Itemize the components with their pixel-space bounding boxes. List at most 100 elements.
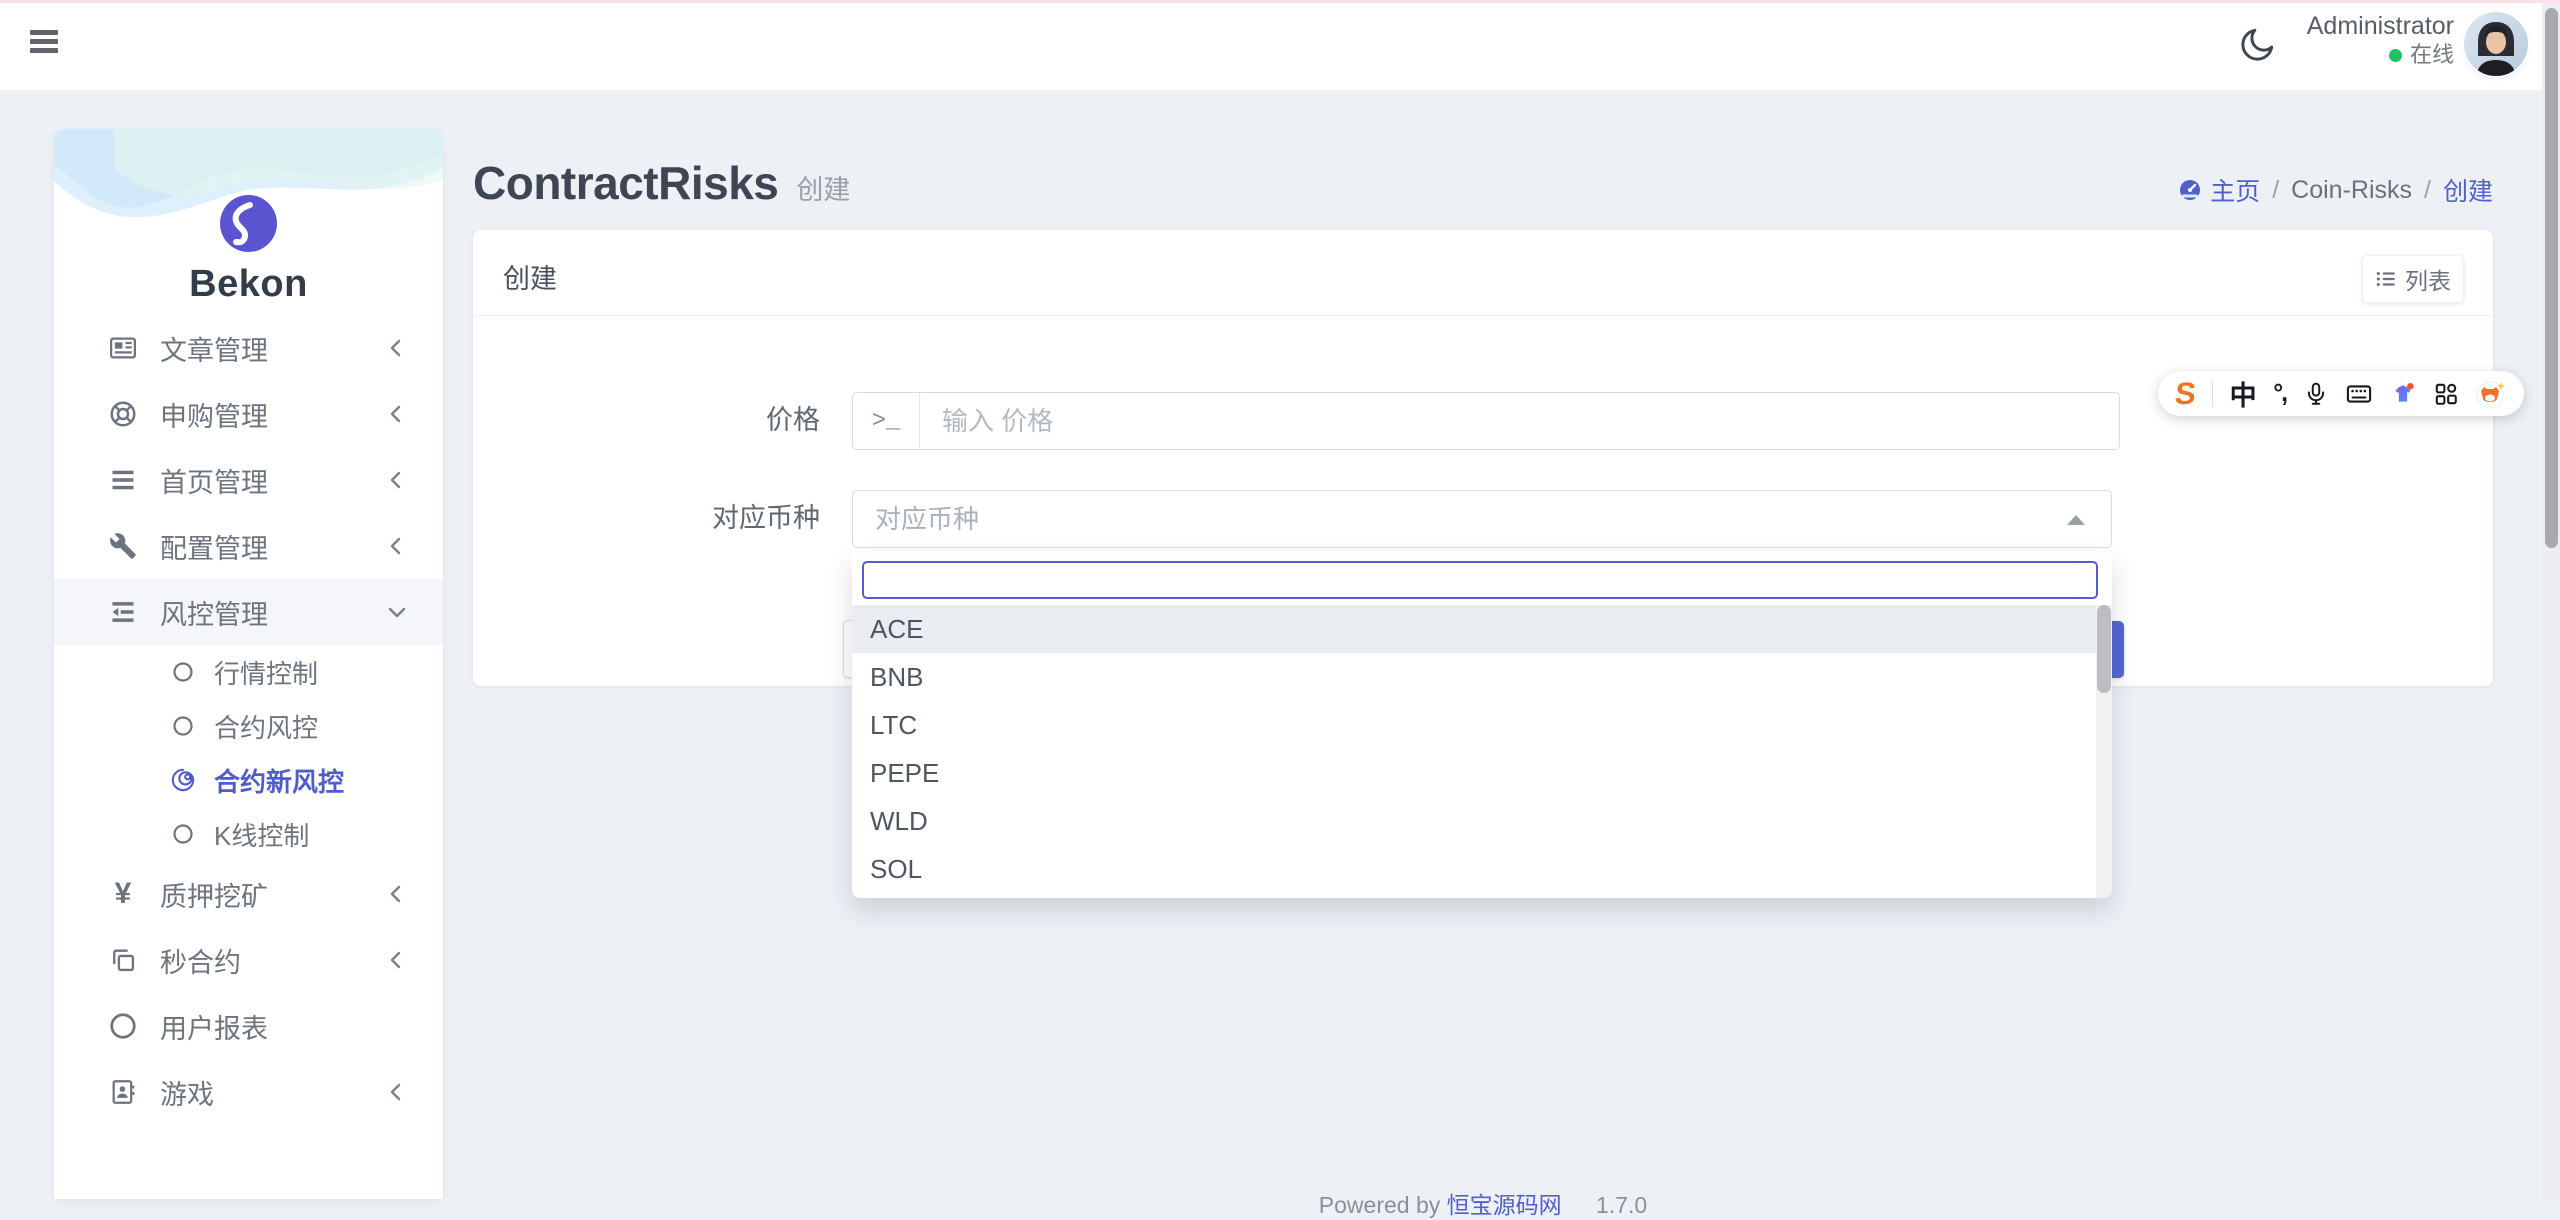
- list-button[interactable]: 列表: [2362, 255, 2464, 303]
- sidebar-item-games[interactable]: 游戏: [54, 1059, 443, 1125]
- coin-select[interactable]: 对应币种: [852, 490, 2112, 548]
- breadcrumb-current: 创建: [2443, 172, 2493, 208]
- caret-up-icon: [2067, 515, 2085, 525]
- footer-powered-by: Powered by 恒宝源码网 1.7.0: [473, 1186, 2493, 1220]
- list-bullets-icon: [2375, 268, 2397, 290]
- chevron-left-icon: [385, 534, 409, 558]
- microphone-icon[interactable]: [2303, 377, 2329, 411]
- dropdown-option[interactable]: PEPE: [852, 749, 2112, 797]
- dropdown-options: ACE BNB LTC PEPE WLD SOL: [852, 605, 2112, 893]
- sidebar-subitem-market-control[interactable]: 行情控制: [54, 645, 443, 699]
- ime-divider: [2212, 381, 2213, 407]
- breadcrumb-section: Coin-Risks: [2291, 176, 2412, 205]
- card-header: 创建 列表: [473, 230, 2493, 316]
- sidebar-item-user-report[interactable]: 用户报表: [54, 993, 443, 1059]
- sidebar-item-label: 风控管理: [160, 593, 268, 632]
- sidebar-subitem-contract-new-risk[interactable]: 合约新风控: [54, 753, 443, 807]
- sidebar: Bekon 文章管理 申购管理 首页管理: [54, 129, 443, 1199]
- chevron-left-icon: [385, 468, 409, 492]
- sidebar-item-label: 游戏: [160, 1073, 214, 1112]
- circle-icon: [170, 659, 196, 685]
- sidebar-subitem-kline-control[interactable]: K线控制: [54, 807, 443, 861]
- skin-theme-icon[interactable]: [2390, 377, 2416, 411]
- coin-dropdown-panel: ACE BNB LTC PEPE WLD SOL: [852, 553, 2112, 898]
- brand-logo-icon: [220, 195, 277, 252]
- page-scrollbar-thumb[interactable]: [2545, 8, 2558, 548]
- price-input-group: >_: [852, 392, 2120, 450]
- sidebar-item-label: 秒合约: [160, 941, 241, 980]
- brand-name: Bekon: [54, 263, 443, 306]
- sidebar-item-risk-management[interactable]: 风控管理: [54, 579, 443, 645]
- copy-icon: [106, 943, 140, 977]
- sidebar-item-label: 用户报表: [160, 1007, 268, 1046]
- chevron-left-icon: [385, 402, 409, 426]
- dropdown-option[interactable]: WLD: [852, 797, 2112, 845]
- sidebar-item-label: 文章管理: [160, 329, 268, 368]
- avatar[interactable]: [2464, 12, 2528, 76]
- topbar: Administrator 在线: [0, 0, 2560, 91]
- page-scrollbar[interactable]: [2542, 0, 2560, 1199]
- sidebar-item-second-contract[interactable]: 秒合约: [54, 927, 443, 993]
- user-status-label: 在线: [2410, 42, 2454, 68]
- list-icon: [106, 463, 140, 497]
- outdent-icon: [106, 595, 140, 629]
- yen-icon: ¥: [106, 877, 140, 911]
- progress-line: [0, 0, 2560, 3]
- price-label: 价格: [473, 392, 820, 448]
- circle-icon: [170, 713, 196, 739]
- price-input[interactable]: [920, 393, 2119, 449]
- sidebar-item-staking[interactable]: ¥ 质押挖矿: [54, 861, 443, 927]
- ime-assistant-fox-icon[interactable]: [2475, 377, 2507, 411]
- sogou-logo-icon[interactable]: S: [2173, 377, 2197, 411]
- page-title: ContractRisks: [473, 156, 778, 210]
- dropdown-scrollbar-thumb[interactable]: [2097, 605, 2111, 693]
- apps-grid-icon[interactable]: [2433, 377, 2459, 411]
- dropdown-option[interactable]: SOL: [852, 845, 2112, 893]
- dropdown-option[interactable]: BNB: [852, 653, 2112, 701]
- sidebar-item-homepage[interactable]: 首页管理: [54, 447, 443, 513]
- sidebar-subitem-label: 合约风控: [214, 708, 318, 745]
- sidebar-subitem-label: K线控制: [214, 816, 309, 853]
- user-menu[interactable]: Administrator 在线: [2270, 10, 2454, 80]
- dropdown-option[interactable]: LTC: [852, 701, 2112, 749]
- sidebar-item-subscription[interactable]: 申购管理: [54, 381, 443, 447]
- sidebar-item-label: 配置管理: [160, 527, 268, 566]
- dropdown-option[interactable]: ACE: [852, 605, 2112, 653]
- dropdown-scrollbar[interactable]: [2096, 605, 2112, 898]
- breadcrumb-separator: /: [2272, 176, 2279, 205]
- page-subtitle: 创建: [796, 168, 850, 207]
- keyboard-icon[interactable]: [2345, 377, 2373, 411]
- footer-version: 1.7.0: [1596, 1192, 1647, 1218]
- sidebar-menu: 文章管理 申购管理 首页管理: [54, 315, 443, 1125]
- breadcrumb-home-label: 主页: [2210, 172, 2260, 208]
- sidebar-item-articles[interactable]: 文章管理: [54, 315, 443, 381]
- ime-punctuation-icon[interactable]: °,: [2273, 377, 2286, 411]
- user-name: Administrator: [2270, 10, 2454, 42]
- chevron-down-icon: [385, 600, 409, 624]
- list-button-label: 列表: [2405, 262, 2451, 296]
- sidebar-subitem-label: 行情控制: [214, 654, 318, 691]
- sidebar-item-label: 申购管理: [160, 395, 268, 434]
- powered-by-link[interactable]: 恒宝源码网: [1447, 1192, 1562, 1218]
- hamburger-menu-icon[interactable]: [30, 30, 58, 54]
- breadcrumb-separator: /: [2424, 176, 2431, 205]
- spinner-spiral-icon: [170, 767, 196, 793]
- coin-select-placeholder: 对应币种: [875, 491, 979, 547]
- dropdown-search-input[interactable]: [862, 561, 2098, 599]
- dashboard-gauge-icon: [2178, 178, 2202, 202]
- chevron-left-icon: [385, 882, 409, 906]
- breadcrumb: 主页 / Coin-Risks / 创建: [2178, 172, 2493, 208]
- ime-chinese-mode-icon[interactable]: 中: [2230, 377, 2257, 411]
- chevron-left-icon: [385, 948, 409, 972]
- sidebar-item-label: 质押挖矿: [160, 875, 268, 914]
- circle-icon: [170, 821, 196, 847]
- card-title: 创建: [503, 257, 557, 296]
- wrench-icon: [106, 529, 140, 563]
- online-dot: [2389, 49, 2402, 62]
- powered-by-text: Powered by: [1319, 1192, 1440, 1218]
- sidebar-subitem-contract-risk[interactable]: 合约风控: [54, 699, 443, 753]
- page-header: ContractRisks 创建: [473, 156, 850, 210]
- sidebar-item-config[interactable]: 配置管理: [54, 513, 443, 579]
- breadcrumb-home-link[interactable]: 主页: [2178, 172, 2260, 208]
- sidebar-subitem-label: 合约新风控: [214, 762, 344, 799]
